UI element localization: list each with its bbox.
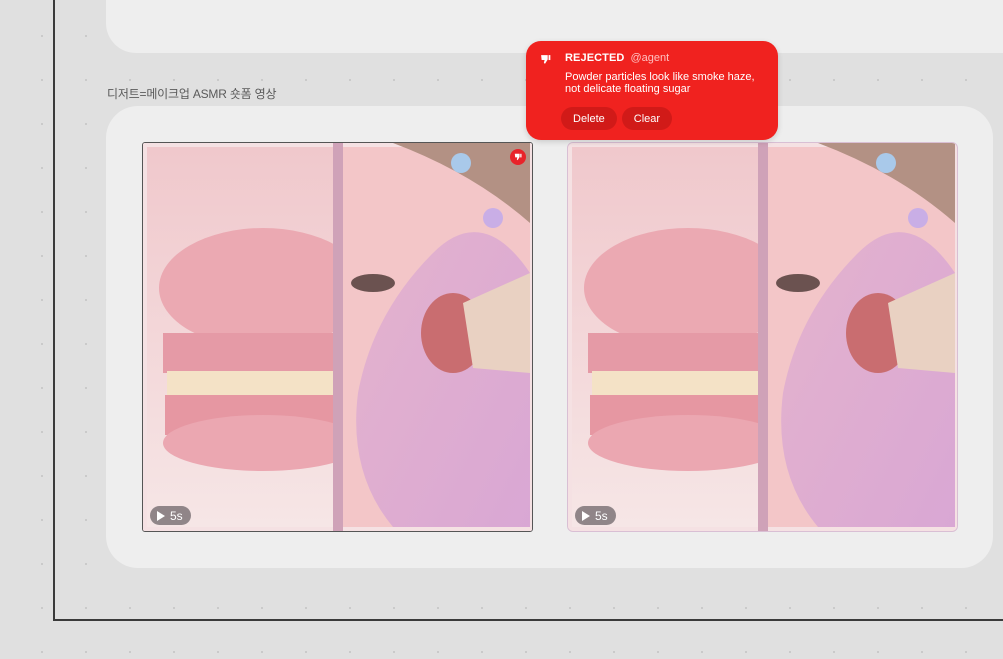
- duration-badge: 5s: [575, 506, 616, 525]
- video-thumbnail[interactable]: 5s: [567, 142, 958, 532]
- status-label: REJECTED: [565, 52, 625, 64]
- play-icon: [582, 510, 590, 521]
- video-thumbnail[interactable]: 5s: [142, 142, 533, 532]
- delete-button[interactable]: Delete: [561, 107, 617, 130]
- popover-actions: Delete Clear: [561, 107, 673, 130]
- thumbs-down-icon: [514, 153, 522, 161]
- rejection-message: Powder particles look like smoke haze, n…: [565, 71, 755, 95]
- rejection-popover: REJECTED @agent Powder particles look li…: [526, 41, 778, 140]
- thumbnail-image: [568, 143, 957, 531]
- duration-badge: 5s: [150, 506, 191, 525]
- section-label: 디저트=메이크업 ASMR 숏폼 영상: [107, 87, 277, 101]
- clear-button[interactable]: Clear: [621, 107, 673, 130]
- duration-label: 5s: [170, 508, 183, 523]
- popover-header: REJECTED @agent: [565, 52, 669, 64]
- play-icon: [157, 510, 165, 521]
- thumbnail-image: [143, 143, 532, 531]
- duration-label: 5s: [595, 508, 608, 523]
- rejected-marker: [510, 149, 526, 165]
- author-handle: @agent: [630, 52, 670, 64]
- thumbs-down-icon: [540, 52, 551, 70]
